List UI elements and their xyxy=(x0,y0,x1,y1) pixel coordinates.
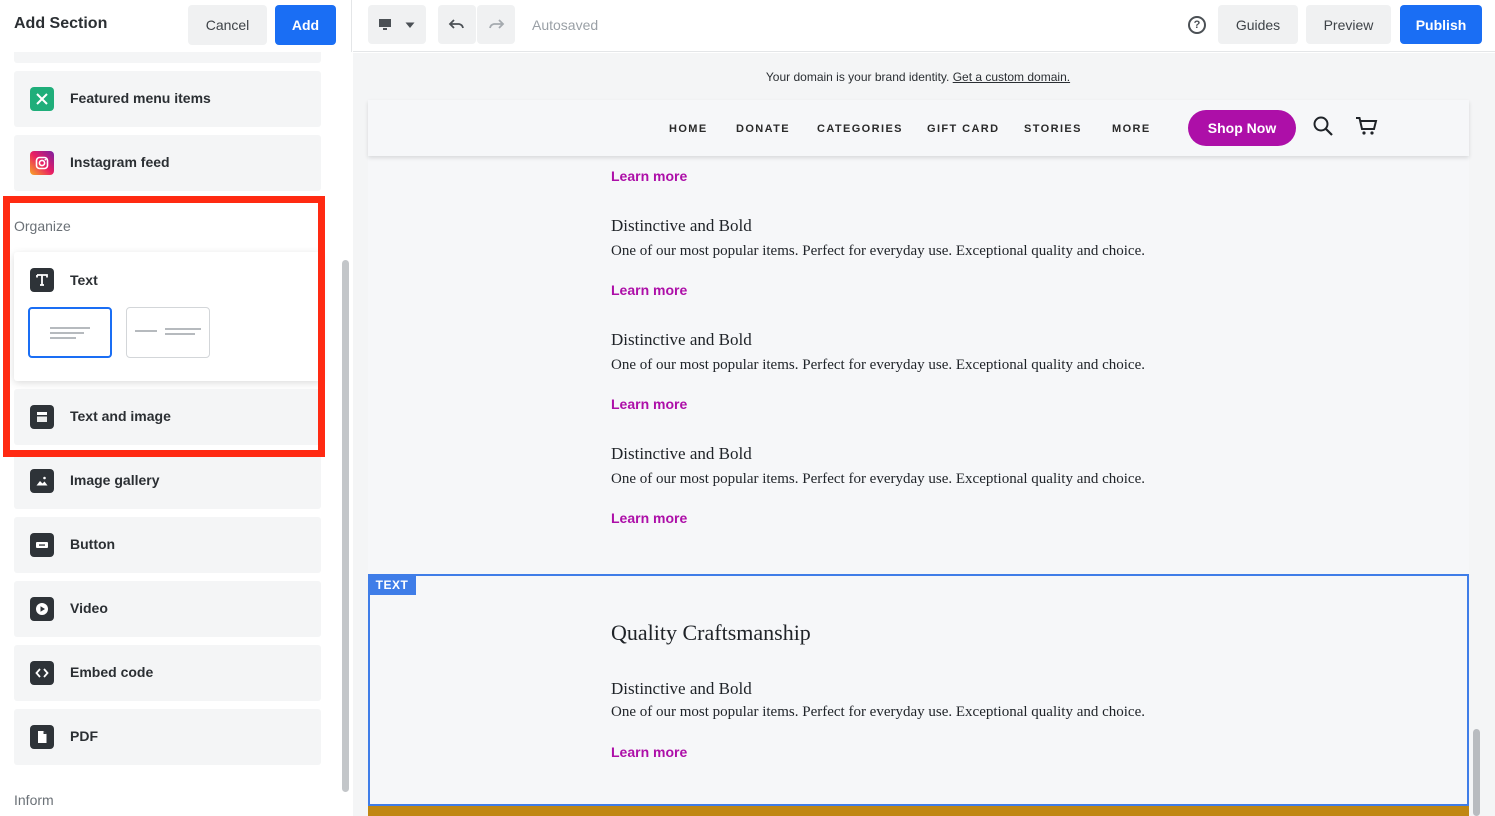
nav-item-donate[interactable]: DONATE xyxy=(736,123,790,135)
image-gallery-icon xyxy=(30,469,54,493)
device-toggle-button[interactable] xyxy=(368,5,426,44)
section-item-label: Embed code xyxy=(70,664,154,680)
undo-icon xyxy=(448,18,464,29)
section-item-featured-menu[interactable]: Featured menu items xyxy=(14,71,321,127)
item-description: One of our most popular items. Perfect f… xyxy=(611,357,1145,373)
item-description: One of our most popular items. Perfect f… xyxy=(611,704,1145,720)
nav-item-gift-card[interactable]: GIFT CARD xyxy=(927,123,999,135)
group-label-organize: Organize xyxy=(14,218,71,234)
learn-more-link[interactable]: Learn more xyxy=(611,396,687,412)
section-item-instagram-feed[interactable]: Instagram feed xyxy=(14,135,321,191)
nav-item-more[interactable]: MORE xyxy=(1112,123,1151,135)
featured-menu-icon xyxy=(30,87,54,111)
section-item-image-gallery[interactable]: Image gallery xyxy=(14,453,321,509)
shop-now-button[interactable]: Shop Now xyxy=(1188,110,1296,146)
section-item-label: Instagram feed xyxy=(70,154,170,170)
text-icon xyxy=(30,268,54,292)
list-item-partial[interactable] xyxy=(14,52,321,63)
redo-icon xyxy=(489,18,505,29)
search-icon[interactable] xyxy=(1312,115,1334,137)
section-item-text-and-image[interactable]: Text and image xyxy=(14,389,321,445)
section-item-label: Video xyxy=(70,600,108,616)
guides-button[interactable]: Guides xyxy=(1218,5,1298,44)
sidebar-title: Add Section xyxy=(14,15,108,32)
domain-notice-text: Your domain is your brand identity. xyxy=(765,70,953,84)
video-icon xyxy=(30,597,54,621)
section-item-embed-code[interactable]: Embed code xyxy=(14,645,321,701)
nav-item-home[interactable]: HOME xyxy=(669,123,708,135)
section-item-text-expanded[interactable]: Text xyxy=(14,252,321,381)
text-layout-option-left[interactable] xyxy=(28,307,112,358)
nav-item-stories[interactable]: STORIES xyxy=(1024,123,1082,135)
next-section-strip xyxy=(368,806,1469,816)
item-title: Distinctive and Bold xyxy=(611,444,752,463)
help-icon[interactable]: ? xyxy=(1188,16,1206,34)
cart-icon[interactable] xyxy=(1355,116,1379,136)
editor-canvas: Your domain is your brand identity. Get … xyxy=(353,53,1495,816)
section-item-pdf[interactable]: PDF xyxy=(14,709,321,765)
group-label-inform: Inform xyxy=(14,792,54,808)
text-image-icon xyxy=(30,405,54,429)
redo-button[interactable] xyxy=(477,5,515,44)
button-icon xyxy=(30,533,54,557)
section-type-tag: TEXT xyxy=(368,574,416,595)
nav-item-categories[interactable]: CATEGORIES xyxy=(817,123,903,135)
section-list: Featured menu items Instagram feed Organ… xyxy=(0,52,338,816)
section-item-label: PDF xyxy=(70,728,98,744)
instagram-icon xyxy=(30,151,54,175)
desktop-icon xyxy=(379,18,391,30)
site-navigation: HOME DONATE CATEGORIES GIFT CARD STORIES… xyxy=(368,100,1469,156)
domain-notice: Your domain is your brand identity. Get … xyxy=(353,70,1483,84)
section-item-label: Button xyxy=(70,536,116,552)
section-item-button[interactable]: Button xyxy=(14,517,321,573)
section-heading: Quality Craftsmanship xyxy=(611,620,811,645)
item-description: One of our most popular items. Perfect f… xyxy=(611,471,1145,487)
cancel-button[interactable]: Cancel xyxy=(188,5,267,45)
section-item-label: Text and image xyxy=(70,408,171,424)
publish-button[interactable]: Publish xyxy=(1400,5,1482,44)
chevron-down-icon xyxy=(405,22,415,28)
preview-button[interactable]: Preview xyxy=(1306,5,1391,44)
item-title: Distinctive and Bold xyxy=(611,330,752,349)
learn-more-link[interactable]: Learn more xyxy=(611,168,687,184)
learn-more-link[interactable]: Learn more xyxy=(611,282,687,298)
section-item-label: Image gallery xyxy=(70,472,160,488)
add-section-sidebar: Add Section Cancel Add Featured menu ite… xyxy=(0,0,352,816)
item-title: Distinctive and Bold xyxy=(611,216,752,235)
sidebar-header: Add Section Cancel Add xyxy=(0,0,340,52)
autosave-status: Autosaved xyxy=(532,17,599,33)
section-item-video[interactable]: Video xyxy=(14,581,321,637)
pdf-icon xyxy=(30,725,54,749)
add-button[interactable]: Add xyxy=(275,5,336,45)
custom-domain-link[interactable]: Get a custom domain. xyxy=(953,70,1070,84)
learn-more-link[interactable]: Learn more xyxy=(611,510,687,526)
canvas-scrollbar-thumb[interactable] xyxy=(1473,729,1480,816)
sidebar-scrollbar-thumb[interactable] xyxy=(342,260,349,792)
site-preview: HOME DONATE CATEGORIES GIFT CARD STORIES… xyxy=(368,100,1469,816)
item-description: One of our most popular items. Perfect f… xyxy=(611,243,1145,259)
editor-toolbar: Autosaved ? Guides Preview Publish xyxy=(353,0,1495,52)
section-item-label: Text xyxy=(70,272,98,288)
selected-text-section[interactable]: TEXT Quality Craftsmanship Distinctive a… xyxy=(368,574,1469,806)
learn-more-link[interactable]: Learn more xyxy=(611,744,687,760)
text-layout-option-split[interactable] xyxy=(126,307,210,358)
undo-button[interactable] xyxy=(438,5,476,44)
item-title: Distinctive and Bold xyxy=(611,679,752,698)
section-item-label: Featured menu items xyxy=(70,90,211,106)
embed-code-icon xyxy=(30,661,54,685)
